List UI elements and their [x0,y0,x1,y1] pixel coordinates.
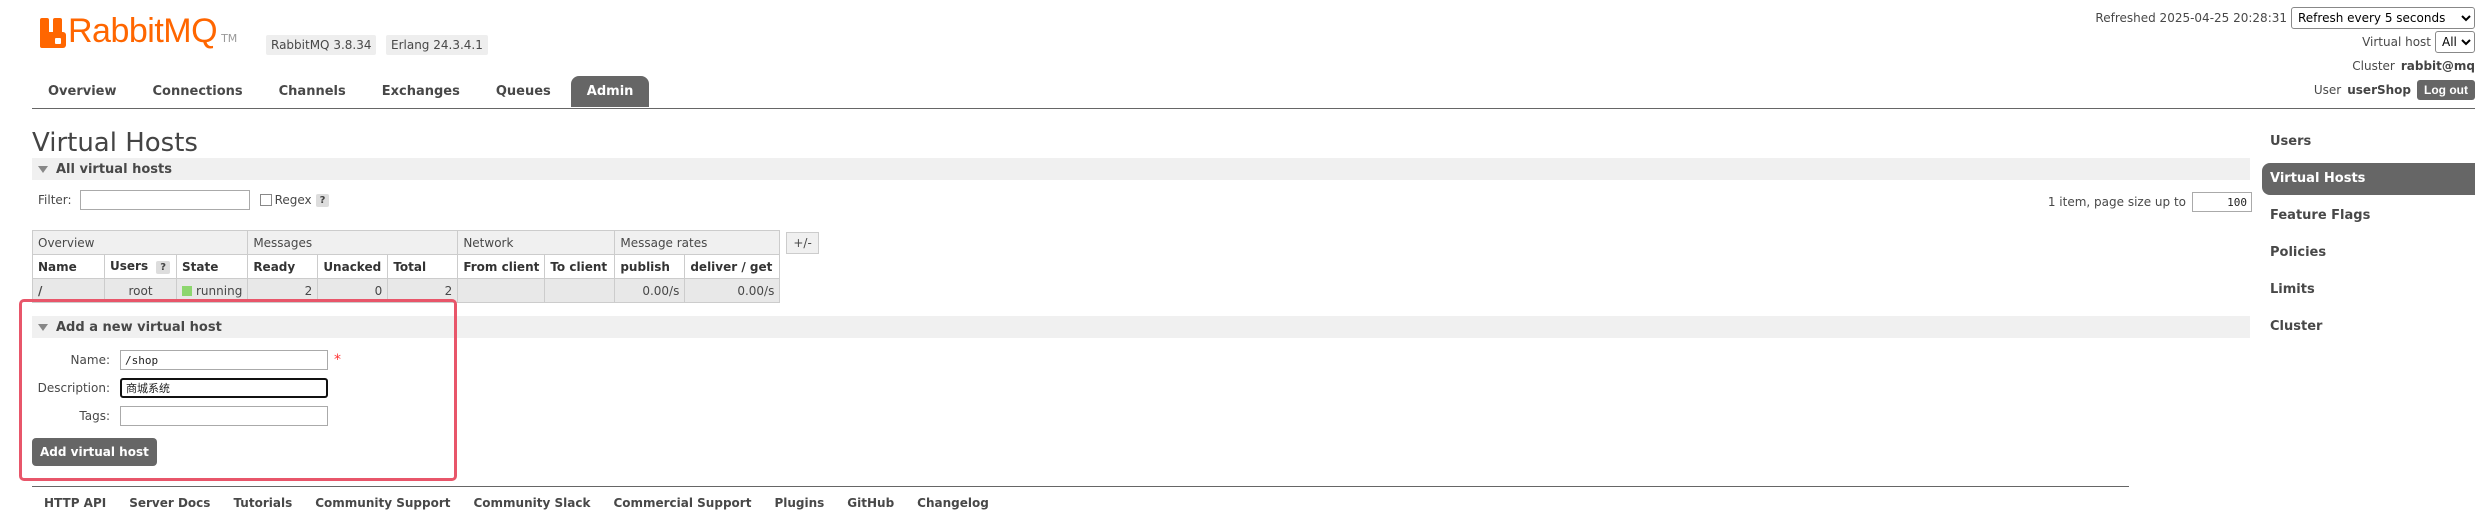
col-total[interactable]: Total [387,254,459,279]
refresh-interval-select[interactable]: Refresh every 5 seconds [2291,7,2475,29]
footer-link-server-docs[interactable]: Server Docs [129,496,210,510]
logo-trademark: TM [221,32,238,45]
filter-row: Filter: Regex ? [38,190,330,210]
cluster-name: rabbit@mq [2400,59,2475,73]
tab-channels[interactable]: Channels [263,76,362,107]
page-size-input[interactable] [2192,192,2252,212]
section-title: All virtual hosts [56,161,172,177]
footer-link-community-support[interactable]: Community Support [315,496,450,510]
all-virtual-hosts-section-toggle[interactable]: All virtual hosts [32,158,2250,180]
group-header-message-rates: Message rates [614,230,781,255]
main-nav-tabs: Overview Connections Channels Exchanges … [32,76,653,107]
logo-text: RabbitMQ [68,12,218,50]
vhost-deliver-rate: 0.00/s [684,278,781,303]
cluster-label: Cluster [2352,59,2395,73]
user-name: userShop [2347,83,2412,97]
footer-link-commercial-support[interactable]: Commercial Support [613,496,751,510]
filter-label: Filter: [38,193,72,207]
page-info-text: 1 item, page size up to [2047,195,2186,209]
tab-overview[interactable]: Overview [32,76,133,107]
footer-link-plugins[interactable]: Plugins [774,496,824,510]
admin-sidebar: Users Virtual Hosts Feature Flags Polici… [2262,126,2475,348]
users-help-icon[interactable]: ? [156,261,171,274]
page-title: Virtual Hosts [32,128,198,158]
tab-admin[interactable]: Admin [570,76,650,107]
tabs-divider [32,108,2475,109]
collapse-triangle-icon [38,165,48,173]
col-state[interactable]: State [175,254,249,279]
col-deliver-get[interactable]: deliver / get [684,254,781,279]
virtual-hosts-table: Overview Messages Network Message rates … [31,230,825,303]
tab-exchanges[interactable]: Exchanges [366,76,476,107]
footer-link-tutorials[interactable]: Tutorials [233,496,292,510]
regex-help-icon[interactable]: ? [315,193,330,207]
col-name[interactable]: Name [32,254,105,279]
virtual-host-select[interactable]: All [2435,31,2475,53]
col-from-client[interactable]: From client [457,254,546,279]
sidebar-item-policies[interactable]: Policies [2262,237,2475,269]
columns-toggle-button[interactable]: +/- [786,231,819,254]
rabbitmq-logo[interactable]: RabbitMQ TM [40,14,237,48]
footer-links: HTTP API Server Docs Tutorials Community… [44,496,1012,510]
erlang-version-badge: Erlang 24.3.4.1 [386,35,488,55]
virtual-host-label: Virtual host [2362,35,2431,49]
sidebar-item-cluster[interactable]: Cluster [2262,311,2475,343]
running-status-icon [182,285,192,296]
filter-input[interactable] [79,190,250,210]
sidebar-item-virtual-hosts[interactable]: Virtual Hosts [2262,163,2475,195]
group-header-network: Network [457,230,616,255]
logout-button[interactable]: Log out [2417,80,2475,100]
vhost-publish-rate: 0.00/s [614,278,686,303]
col-ready[interactable]: Ready [247,254,319,279]
footer-link-github[interactable]: GitHub [847,496,894,510]
pagination-info: 1 item, page size up to [2048,192,2252,212]
col-publish[interactable]: publish [614,254,686,279]
rabbitmq-version-badge: RabbitMQ 3.8.34 [266,35,377,55]
highlight-box [19,299,457,481]
vhost-from-client [457,278,546,303]
col-unacked[interactable]: Unacked [317,254,389,279]
tab-queues[interactable]: Queues [480,76,567,107]
regex-checkbox[interactable] [259,194,272,206]
group-header-overview: Overview [31,230,249,255]
sidebar-item-feature-flags[interactable]: Feature Flags [2262,200,2475,232]
footer-link-changelog[interactable]: Changelog [917,496,989,510]
sidebar-item-users[interactable]: Users [2262,126,2475,158]
header-status: Refreshed 2025-04-25 20:28:31 Refresh ev… [2095,6,2475,102]
footer-link-http-api[interactable]: HTTP API [44,496,106,510]
vhost-to-client [544,278,616,303]
sidebar-item-limits[interactable]: Limits [2262,274,2475,306]
col-users[interactable]: Users ? [104,254,177,279]
group-header-messages: Messages [247,230,459,255]
rabbitmq-logo-icon [40,18,66,48]
footer-divider [32,486,2129,487]
regex-label: Regex [274,193,312,207]
tab-connections[interactable]: Connections [137,76,259,107]
refreshed-timestamp: Refreshed 2025-04-25 20:28:31 [2095,11,2287,25]
footer-link-community-slack[interactable]: Community Slack [473,496,590,510]
user-label: User [2313,83,2342,97]
col-to-client[interactable]: To client [544,254,616,279]
